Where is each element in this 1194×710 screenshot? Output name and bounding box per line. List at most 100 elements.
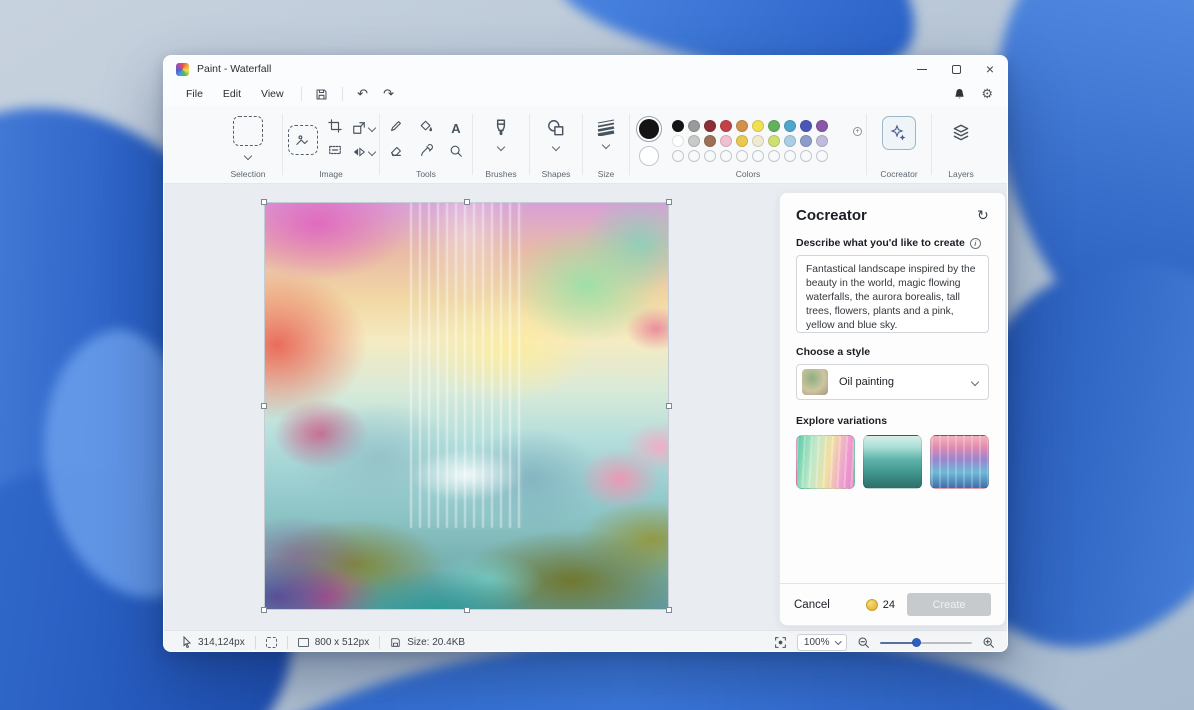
color-swatch[interactable] xyxy=(784,120,796,132)
zoom-in-button[interactable] xyxy=(982,636,995,649)
color-swatch[interactable] xyxy=(688,120,700,132)
color-swatch[interactable] xyxy=(752,135,764,147)
maximize-button[interactable] xyxy=(939,56,973,82)
cancel-button[interactable]: Cancel xyxy=(794,599,830,611)
eraser-tool[interactable] xyxy=(389,144,403,163)
secondary-color-well[interactable] xyxy=(639,146,659,166)
minimize-button[interactable] xyxy=(905,56,939,82)
color-swatch[interactable] xyxy=(816,135,828,147)
fill-tool[interactable] xyxy=(419,119,433,138)
selection-handle[interactable] xyxy=(261,199,267,205)
color-swatch[interactable] xyxy=(736,135,748,147)
color-swatch[interactable] xyxy=(688,150,700,162)
edit-colors-button[interactable]: + xyxy=(838,127,862,152)
primary-color-well[interactable] xyxy=(636,116,662,142)
rotate-flip-button[interactable] xyxy=(352,145,376,159)
color-swatch[interactable] xyxy=(816,120,828,132)
fill-bucket-icon xyxy=(420,120,433,131)
menu-file[interactable]: File xyxy=(176,85,213,103)
undo-button[interactable]: ↶ xyxy=(350,85,376,103)
color-swatch[interactable] xyxy=(720,135,732,147)
zoom-out-button[interactable] xyxy=(857,636,870,649)
selection-group[interactable]: Selection xyxy=(214,106,282,183)
variation-thumbnail-2[interactable] xyxy=(863,435,922,489)
color-swatch[interactable] xyxy=(736,150,748,162)
selection-handle[interactable] xyxy=(463,607,470,613)
close-button[interactable]: × xyxy=(973,56,1007,82)
color-swatch[interactable] xyxy=(672,120,684,132)
color-swatch[interactable] xyxy=(720,150,732,162)
color-swatch[interactable] xyxy=(688,135,700,147)
color-swatch[interactable] xyxy=(816,150,828,162)
selection-handle[interactable] xyxy=(261,607,267,613)
selection-size-icon xyxy=(265,636,277,648)
close-icon: × xyxy=(985,61,995,77)
selection-handle[interactable] xyxy=(666,607,672,613)
color-swatch[interactable] xyxy=(672,150,684,162)
shapes-group[interactable]: Shapes xyxy=(530,106,582,183)
canvas[interactable] xyxy=(261,199,672,613)
slider-thumb[interactable] xyxy=(911,637,921,647)
settings-button[interactable]: ⚙ xyxy=(981,88,993,101)
chevron-down-icon[interactable] xyxy=(496,142,506,152)
color-swatch[interactable] xyxy=(752,150,764,162)
chevron-down-icon[interactable] xyxy=(601,140,611,150)
color-swatch[interactable] xyxy=(784,150,796,162)
prompt-input[interactable]: Fantastical landscape inspired by the be… xyxy=(796,255,989,333)
info-icon[interactable]: i xyxy=(969,237,981,249)
menu-view[interactable]: View xyxy=(251,85,294,103)
color-swatch[interactable] xyxy=(768,120,780,132)
style-thumbnail xyxy=(802,369,828,395)
color-swatch[interactable] xyxy=(672,135,684,147)
fit-to-screen-button[interactable] xyxy=(774,636,787,649)
style-dropdown[interactable]: Oil painting xyxy=(796,364,989,400)
color-swatch[interactable] xyxy=(800,120,812,132)
magnifier-tool[interactable] xyxy=(449,144,463,163)
selection-handle[interactable] xyxy=(463,199,470,205)
cursor-position: 314,124px xyxy=(198,636,245,648)
color-swatch[interactable] xyxy=(800,135,812,147)
color-swatch[interactable] xyxy=(736,120,748,132)
selection-handle[interactable] xyxy=(666,199,672,205)
cocreator-group[interactable]: Cocreator xyxy=(867,106,931,183)
resize-button[interactable] xyxy=(352,121,376,135)
save-button[interactable] xyxy=(309,85,335,103)
divider xyxy=(254,635,256,649)
size-group[interactable]: Size xyxy=(583,106,629,183)
selection-handle[interactable] xyxy=(666,403,672,409)
selection-handle[interactable] xyxy=(261,403,267,409)
redo-button[interactable]: ↷ xyxy=(376,85,402,103)
color-swatch[interactable] xyxy=(704,150,716,162)
chevron-down-icon[interactable] xyxy=(243,151,253,161)
color-swatch[interactable] xyxy=(720,120,732,132)
group-label: Cocreator xyxy=(880,169,918,179)
color-swatch[interactable] xyxy=(704,120,716,132)
chevron-down-icon xyxy=(970,377,980,387)
color-swatch[interactable] xyxy=(704,135,716,147)
crop-button[interactable] xyxy=(327,118,342,138)
color-swatch[interactable] xyxy=(784,135,796,147)
create-button[interactable]: Create xyxy=(907,593,991,616)
eyedropper-tool[interactable] xyxy=(419,143,433,163)
group-label: Brushes xyxy=(485,169,517,179)
layers-group[interactable]: Layers xyxy=(932,106,990,183)
ai-image-button[interactable] xyxy=(287,125,318,155)
color-swatch[interactable] xyxy=(768,135,780,147)
zoom-slider[interactable] xyxy=(880,637,972,647)
variation-thumbnail-3[interactable] xyxy=(930,435,989,489)
pencil-tool[interactable] xyxy=(389,119,403,138)
text-tool[interactable]: A xyxy=(451,121,460,136)
variation-thumbnail-1[interactable] xyxy=(796,435,855,489)
menu-edit[interactable]: Edit xyxy=(213,85,251,103)
brushes-group[interactable]: Brushes xyxy=(473,106,529,183)
cocreator-button[interactable] xyxy=(882,116,916,150)
history-button[interactable]: ↺ xyxy=(977,208,989,224)
sparkles-icon xyxy=(890,124,906,141)
bell-icon[interactable] xyxy=(954,88,965,100)
color-swatch[interactable] xyxy=(768,150,780,162)
color-swatch[interactable] xyxy=(800,150,812,162)
chevron-down-icon[interactable] xyxy=(551,142,561,152)
color-swatch[interactable] xyxy=(752,120,764,132)
selection-brush-button[interactable] xyxy=(328,143,342,162)
zoom-level-dropdown[interactable]: 100% xyxy=(796,633,847,651)
